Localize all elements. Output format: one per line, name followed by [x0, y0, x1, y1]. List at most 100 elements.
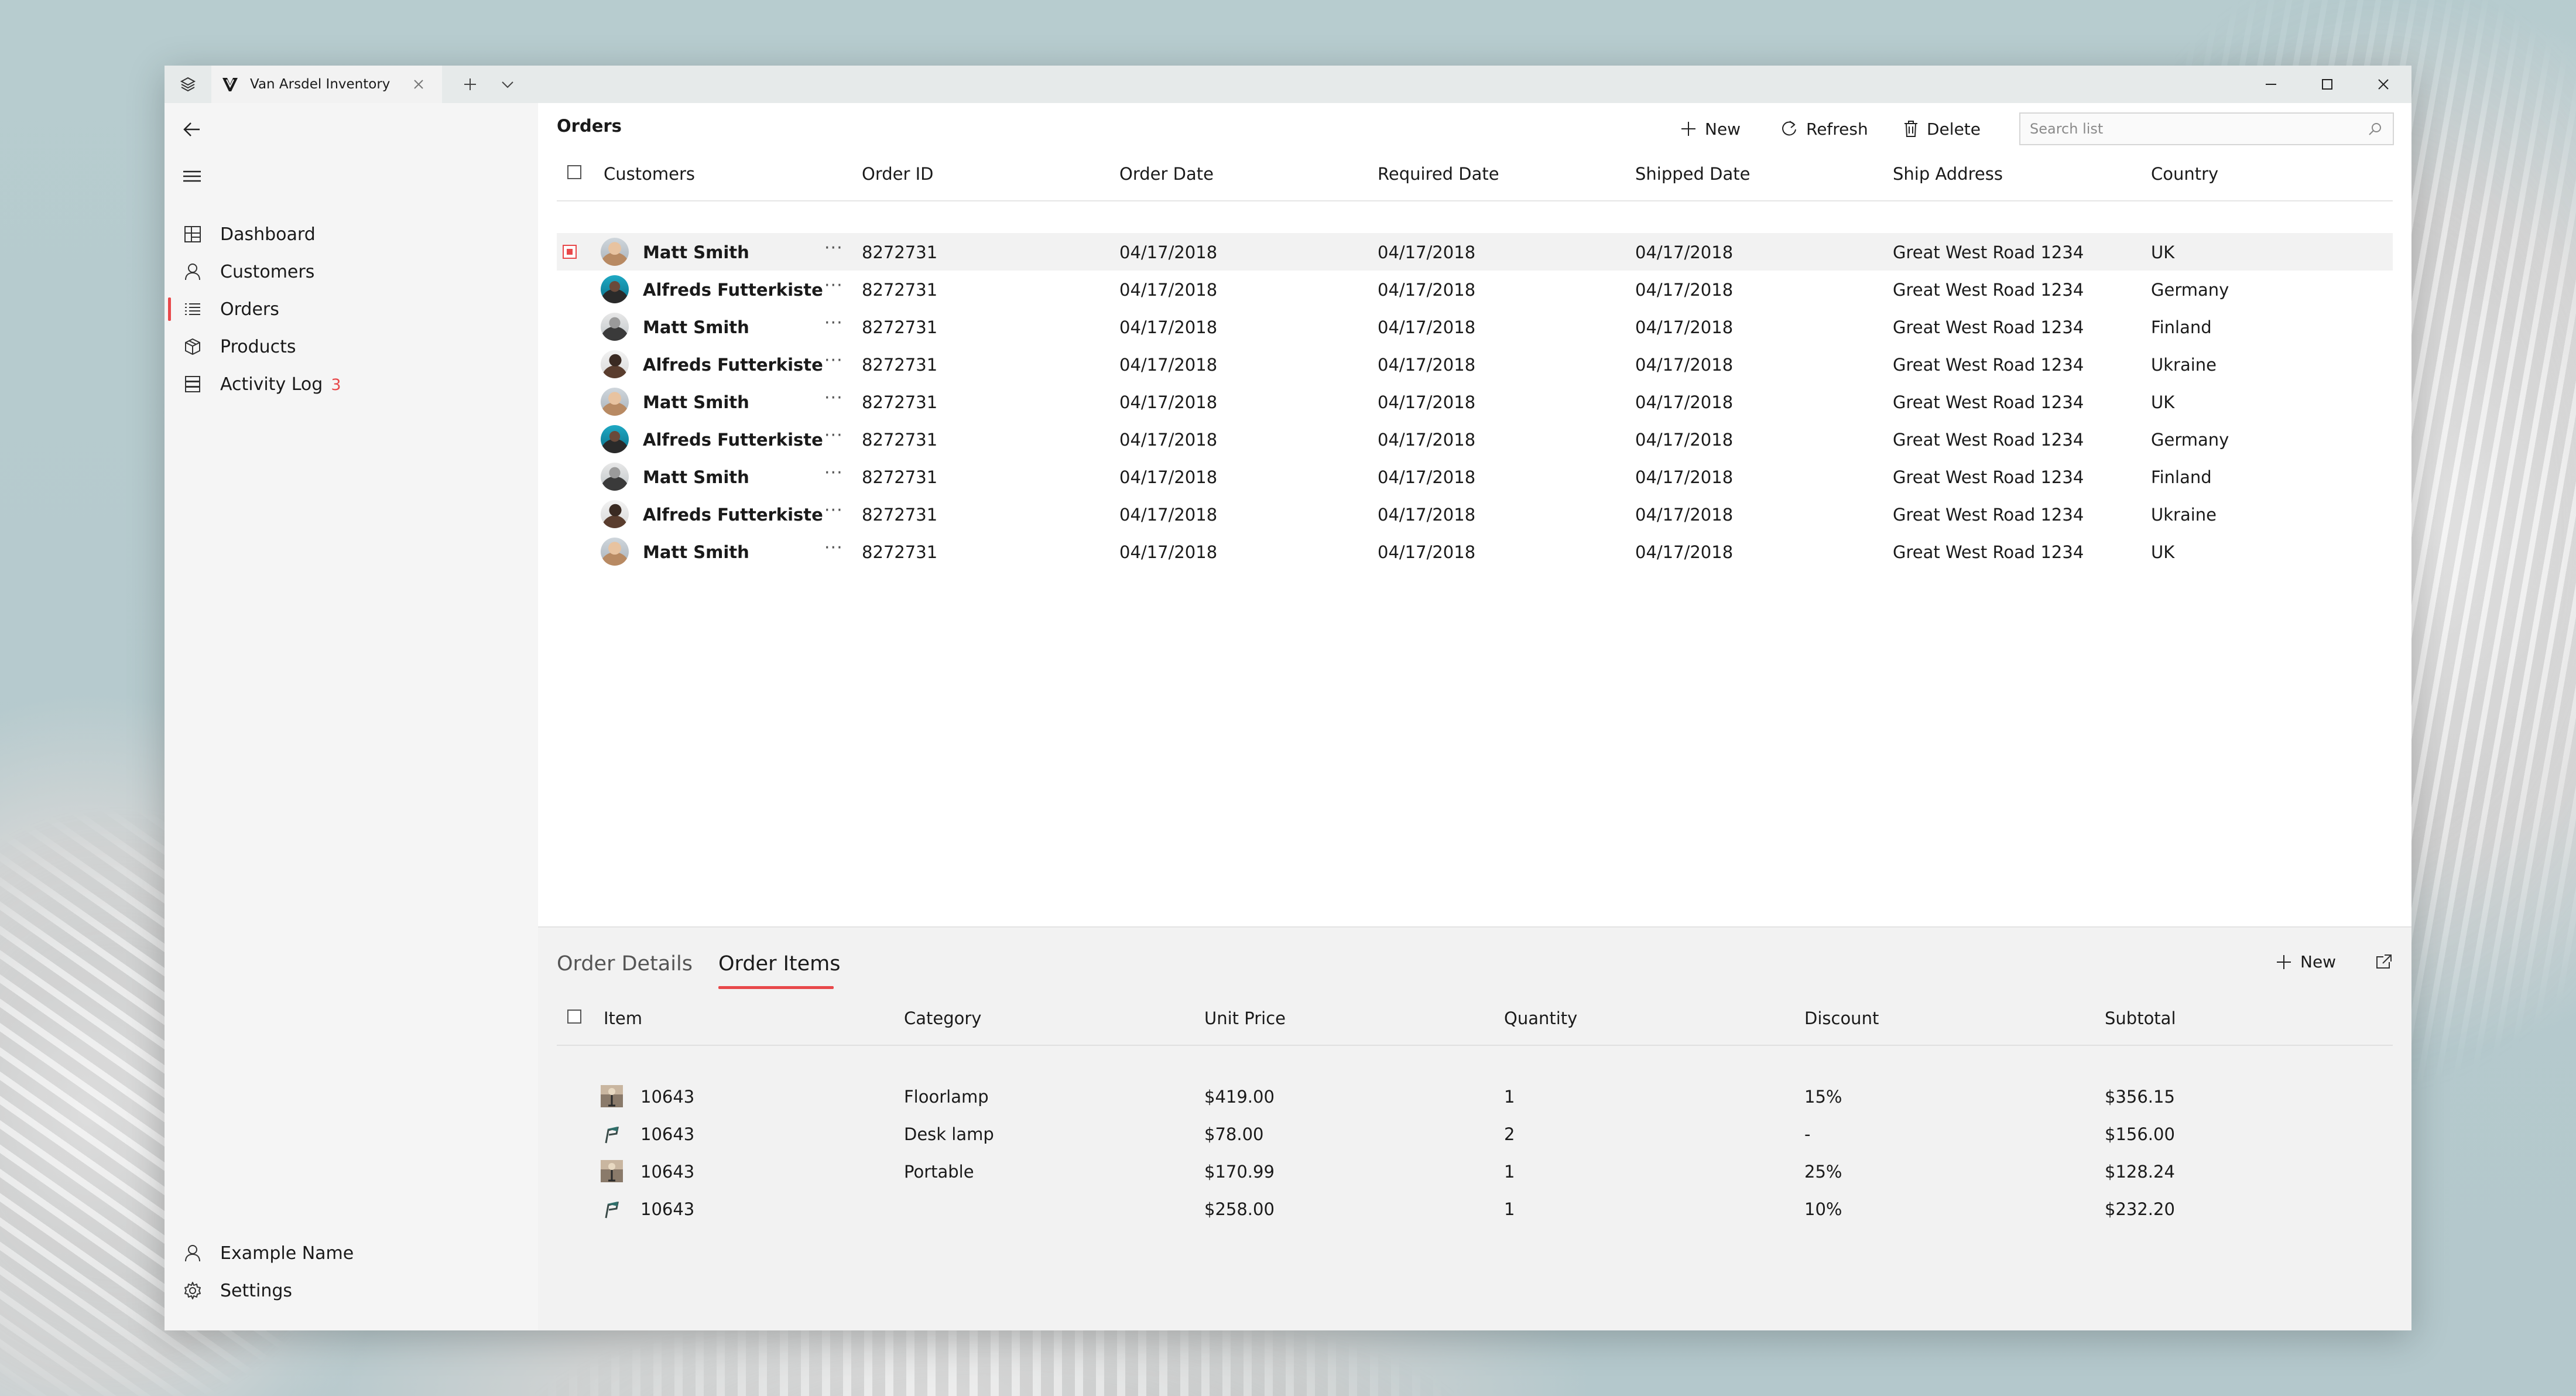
open-in-new-window-icon[interactable]: [2375, 953, 2393, 972]
table-row[interactable]: Matt Smith ··· 8272731 04/17/2018 04/17/2018…: [557, 308, 2393, 345]
select-all-items-checkbox[interactable]: [567, 1010, 581, 1024]
required-date-cell: 04/17/2018: [1378, 505, 1476, 525]
ship-address-cell: Great West Road 1234: [1893, 280, 2084, 300]
search-input[interactable]: [2029, 120, 2359, 138]
sidebar-item-orders[interactable]: Orders: [165, 290, 538, 328]
column-header-country[interactable]: Country: [2151, 164, 2218, 184]
order-id-cell: 8272731: [862, 467, 938, 487]
quantity-cell: 1: [1504, 1087, 1515, 1107]
more-options-icon[interactable]: ···: [824, 313, 843, 333]
order-date-cell: 04/17/2018: [1119, 280, 1218, 300]
column-header-category[interactable]: Category: [904, 1008, 981, 1028]
close-window-button[interactable]: [2355, 66, 2411, 103]
column-header-shipped-date[interactable]: Shipped Date: [1635, 164, 1750, 184]
sidebar-item-account[interactable]: Example Name: [165, 1234, 538, 1272]
search-icon[interactable]: [2368, 122, 2382, 138]
table-row[interactable]: 10643 Desk lamp $78.00 2 - $156.00: [557, 1115, 2393, 1152]
more-options-icon[interactable]: ···: [824, 538, 843, 558]
column-header-order-date[interactable]: Order Date: [1119, 164, 1214, 184]
tab-van-arsdel-inventory[interactable]: Van Arsdel Inventory: [211, 66, 442, 103]
sidebar-item-label: Settings: [220, 1280, 293, 1301]
order-id-cell: 8272731: [862, 505, 938, 525]
more-options-icon[interactable]: ···: [824, 425, 843, 446]
table-row[interactable]: Alfreds Futterkiste ··· 8272731 04/17/2018 0…: [557, 271, 2393, 308]
column-header-quantity[interactable]: Quantity: [1504, 1008, 1577, 1028]
column-header-discount[interactable]: Discount: [1804, 1008, 1879, 1028]
plus-icon: [1681, 122, 1695, 136]
avatar: [601, 350, 629, 378]
sidebar-item-activity-log[interactable]: Activity Log 3: [165, 365, 538, 403]
app-logo-icon: [220, 76, 241, 93]
table-row[interactable]: Alfreds Futterkiste ··· 8272731 04/17/2018 0…: [557, 420, 2393, 458]
sets-icon[interactable]: [165, 66, 211, 103]
minimize-button[interactable]: [2243, 66, 2299, 103]
order-id-cell: 8272731: [862, 430, 938, 450]
required-date-cell: 04/17/2018: [1378, 242, 1476, 262]
column-header-order-id[interactable]: Order ID: [862, 164, 934, 184]
table-row[interactable]: Alfreds Futterkiste ··· 8272731 04/17/2018 0…: [557, 345, 2393, 383]
discount-cell: 15%: [1804, 1087, 1842, 1107]
delete-label: Delete: [1927, 119, 1981, 139]
sidebar-item-settings[interactable]: Settings: [165, 1272, 538, 1309]
table-row[interactable]: 10643 $258.00 1 10% $232.20: [557, 1190, 2393, 1227]
avatar: [601, 538, 629, 566]
select-all-checkbox[interactable]: [567, 165, 581, 179]
new-item-button[interactable]: New: [2276, 952, 2336, 971]
new-order-button[interactable]: New: [1680, 111, 1741, 146]
country-cell: Germany: [2151, 280, 2229, 300]
unit-price-cell: $258.00: [1204, 1199, 1275, 1219]
more-options-icon[interactable]: ···: [824, 275, 843, 296]
table-row[interactable]: 10643 Floorlamp $419.00 1 15% $356.15: [557, 1077, 2393, 1115]
country-cell: UK: [2151, 542, 2175, 562]
sidebar-item-products[interactable]: Products: [165, 328, 538, 365]
list-icon: [181, 297, 204, 321]
new-order-label: New: [1705, 119, 1741, 139]
tab-order-items[interactable]: Order Items: [718, 952, 841, 976]
table-row[interactable]: Matt Smith ··· 8272731 04/17/2018 04/17/2018…: [557, 383, 2393, 420]
table-row[interactable]: Matt Smith ··· 8272731 04/17/2018 04/17/2018…: [557, 458, 2393, 495]
trash-icon: [1904, 121, 1917, 137]
more-options-icon[interactable]: ···: [824, 388, 843, 408]
column-header-item[interactable]: Item: [604, 1008, 642, 1028]
tab-order-details[interactable]: Order Details: [557, 952, 693, 976]
table-row[interactable]: 10643 Portable $170.99 1 25% $128.24: [557, 1152, 2393, 1190]
column-header-subtotal[interactable]: Subtotal: [2105, 1008, 2176, 1028]
required-date-cell: 04/17/2018: [1378, 392, 1476, 412]
new-tab-icon[interactable]: [451, 66, 489, 103]
table-row[interactable]: Alfreds Futterkiste ··· 8272731 04/17/2018 0…: [557, 495, 2393, 533]
sidebar-item-label: Orders: [220, 299, 279, 320]
subtotal-cell: $232.20: [2105, 1199, 2175, 1219]
column-header-unit-price[interactable]: Unit Price: [1204, 1008, 1286, 1028]
sidebar-item-dashboard[interactable]: Dashboard: [165, 215, 538, 253]
table-row[interactable]: Matt Smith ··· 8272731 04/17/2018 04/17/2018…: [557, 233, 2393, 271]
close-tab-icon[interactable]: [409, 75, 428, 94]
sidebar-item-customers[interactable]: Customers: [165, 253, 538, 290]
sidebar-item-label-wrap: Activity Log 3: [220, 374, 341, 395]
country-cell: Germany: [2151, 430, 2229, 450]
more-options-icon[interactable]: ···: [824, 463, 843, 483]
column-header-customers[interactable]: Customers: [604, 164, 695, 184]
order-date-cell: 04/17/2018: [1119, 355, 1218, 375]
item-cell: 10643: [640, 1124, 695, 1144]
more-options-icon[interactable]: ···: [824, 500, 843, 521]
column-header-ship-address[interactable]: Ship Address: [1893, 164, 2003, 184]
more-options-icon[interactable]: ···: [824, 350, 843, 371]
hamburger-menu-icon[interactable]: [177, 162, 207, 191]
quantity-cell: 1: [1504, 1162, 1515, 1182]
column-header-required-date[interactable]: Required Date: [1378, 164, 1499, 184]
refresh-button[interactable]: Refresh: [1780, 111, 1868, 146]
chevron-down-icon[interactable]: [489, 66, 526, 103]
sidebar-item-label: Dashboard: [220, 224, 316, 245]
table-row[interactable]: Matt Smith ··· 8272731 04/17/2018 04/17/2018…: [557, 533, 2393, 570]
sidebar-item-label: Activity Log: [220, 374, 323, 395]
back-arrow-icon[interactable]: [177, 115, 207, 144]
desk-lamp-thumbnail: [600, 1197, 624, 1220]
box-icon: [181, 335, 204, 358]
ship-address-cell: Great West Road 1234: [1893, 505, 2084, 525]
maximize-button[interactable]: [2299, 66, 2355, 103]
avatar: [601, 275, 629, 303]
subtotal-cell: $156.00: [2105, 1124, 2175, 1144]
delete-button[interactable]: Delete: [1903, 111, 1981, 146]
row-selected-checkbox[interactable]: [563, 245, 577, 259]
more-options-icon[interactable]: ···: [824, 238, 843, 258]
